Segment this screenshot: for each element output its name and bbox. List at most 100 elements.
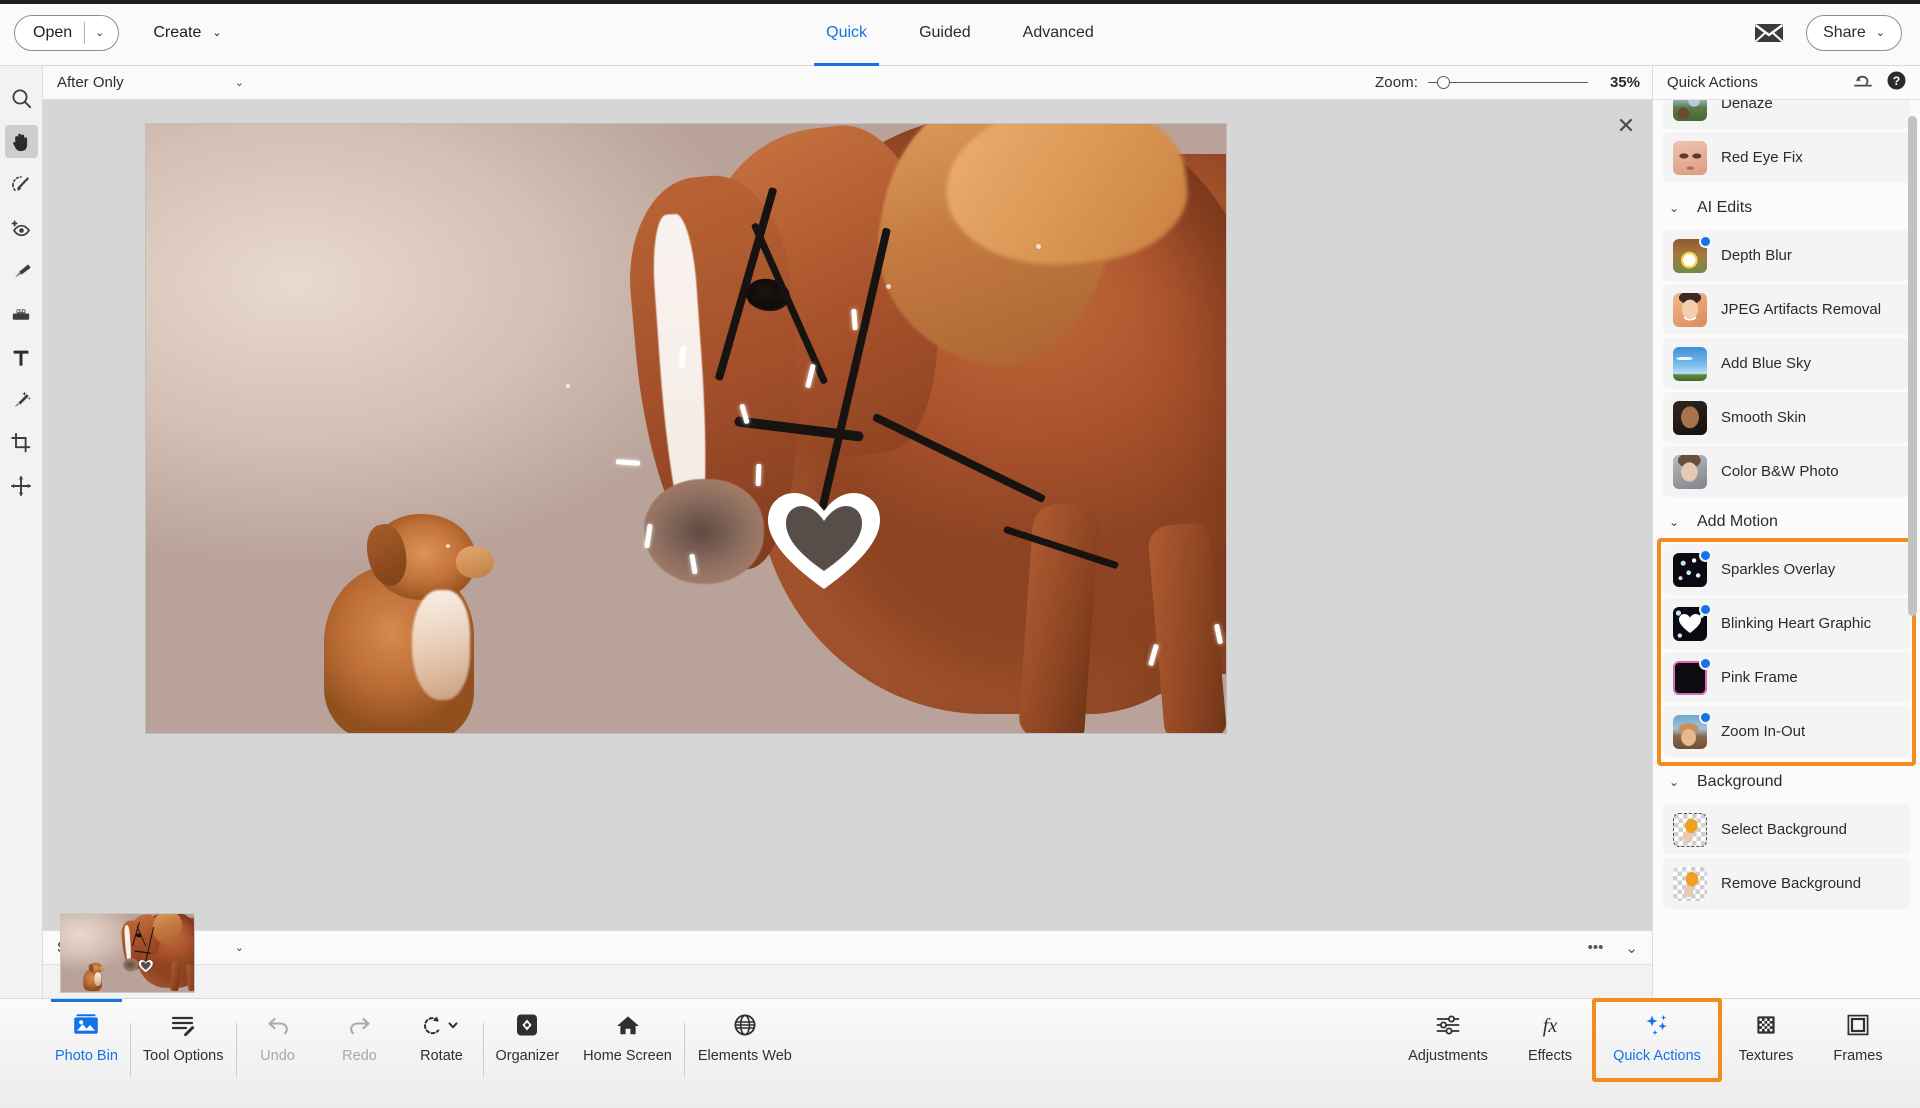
bottom-item-redo[interactable]: Redo bbox=[319, 1011, 401, 1083]
bottom-item-label: Elements Web bbox=[698, 1048, 792, 1064]
new-badge bbox=[1699, 603, 1712, 616]
quick-actions-panel-header: Quick Actions ? bbox=[1653, 66, 1920, 100]
bottom-item-label: Adjustments bbox=[1408, 1048, 1488, 1064]
open-button[interactable]: Open ⌄ bbox=[14, 15, 119, 51]
bottom-item-elements-web[interactable]: Elements Web bbox=[685, 1011, 805, 1083]
zoom-slider[interactable] bbox=[1428, 76, 1588, 90]
quick-action-sparkles-overlay[interactable]: Sparkles Overlay bbox=[1663, 544, 1910, 595]
add-blue-sky-thumbnail bbox=[1673, 347, 1707, 381]
bottom-item-label: Textures bbox=[1739, 1048, 1794, 1064]
hand-tool[interactable] bbox=[5, 125, 38, 158]
bottom-item-photo-bin[interactable]: Photo Bin bbox=[43, 1011, 130, 1083]
snow-particle bbox=[886, 284, 891, 289]
snow-particle bbox=[1036, 244, 1041, 249]
quick-action-dehaze[interactable]: Dehaze bbox=[1663, 100, 1910, 129]
quick-action-select-background[interactable]: Select Background bbox=[1663, 804, 1910, 855]
pink-frame-thumbnail bbox=[1673, 661, 1707, 695]
quick-action-label: Red Eye Fix bbox=[1721, 149, 1803, 166]
quick-action-label: Blinking Heart Graphic bbox=[1721, 615, 1871, 632]
undo-reset-icon[interactable] bbox=[1853, 73, 1873, 92]
healing-brush-tool[interactable] bbox=[5, 254, 38, 287]
section-header-background[interactable]: ⌄ Background bbox=[1663, 760, 1910, 804]
quick-selection-tool[interactable] bbox=[5, 168, 38, 201]
photo-canvas-image[interactable] bbox=[146, 124, 1226, 733]
rotate-icon bbox=[423, 1011, 461, 1039]
mode-tabs: Quick Guided Advanced bbox=[780, 0, 1140, 66]
bottom-item-textures[interactable]: Textures bbox=[1718, 1011, 1814, 1083]
bottom-item-home-screen[interactable]: Home Screen bbox=[571, 1011, 684, 1083]
quick-action-pink-frame[interactable]: Pink Frame bbox=[1663, 652, 1910, 703]
quick-action-depth-blur[interactable]: Depth Blur bbox=[1663, 230, 1910, 281]
bottom-item-label: Effects bbox=[1528, 1048, 1572, 1064]
dehaze-thumbnail bbox=[1673, 100, 1707, 121]
remove-background-thumbnail bbox=[1673, 867, 1707, 901]
quick-action-jpeg-artifacts-removal[interactable]: JPEG Artifacts Removal bbox=[1663, 284, 1910, 335]
dog-subject bbox=[316, 494, 501, 733]
bottom-item-adjustments[interactable]: Adjustments bbox=[1392, 1011, 1504, 1083]
photo-bin-panel: Show Open Files ⌄ ••• ⌄ bbox=[43, 930, 1652, 998]
zoom-slider-thumb[interactable] bbox=[1437, 76, 1450, 89]
bottom-item-rotate[interactable]: Rotate bbox=[401, 1011, 483, 1083]
tab-guided[interactable]: Guided bbox=[915, 0, 975, 66]
view-mode-dropdown[interactable]: After Only ⌄ bbox=[43, 66, 258, 100]
quick-action-label: Add Blue Sky bbox=[1721, 355, 1811, 372]
envelope-icon[interactable] bbox=[1754, 22, 1784, 44]
quick-action-add-blue-sky[interactable]: Add Blue Sky bbox=[1663, 338, 1910, 389]
chevron-down-icon[interactable]: ⌄ bbox=[1625, 939, 1638, 957]
bottom-item-label: Quick Actions bbox=[1613, 1048, 1701, 1064]
quick-action-blinking-heart-graphic[interactable]: Blinking Heart Graphic bbox=[1663, 598, 1910, 649]
dog-chest-fur bbox=[412, 590, 470, 700]
bottom-item-tool-options[interactable]: Tool Options bbox=[131, 1011, 236, 1083]
quick-actions-list[interactable]: Dehaze Red Eye Fix ⌄ AI Edits Depth Blur bbox=[1653, 100, 1920, 998]
chevron-down-icon[interactable]: ⌄ bbox=[85, 26, 118, 39]
canvas-area[interactable]: ✕ bbox=[43, 100, 1652, 930]
bottom-item-label: Frames bbox=[1833, 1048, 1882, 1064]
bottom-item-label: Redo bbox=[342, 1048, 377, 1064]
photo-bin-icon bbox=[73, 1011, 99, 1039]
tab-advanced-label: Advanced bbox=[1023, 24, 1094, 42]
quick-action-zoom-in-out[interactable]: Zoom In-Out bbox=[1663, 706, 1910, 757]
quick-action-label: Pink Frame bbox=[1721, 669, 1798, 686]
bottom-item-frames[interactable]: Frames bbox=[1814, 1011, 1902, 1083]
sparkles-overlay-thumbnail bbox=[1673, 553, 1707, 587]
red-eye-removal-tool[interactable] bbox=[5, 211, 38, 244]
open-button-label: Open bbox=[15, 24, 84, 42]
move-tool[interactable] bbox=[5, 469, 38, 502]
crop-tool[interactable] bbox=[5, 426, 38, 459]
tab-quick-label: Quick bbox=[826, 24, 867, 42]
chevron-down-icon: ⌄ bbox=[235, 941, 244, 954]
svg-text:?: ? bbox=[1893, 74, 1900, 88]
section-header-add-motion[interactable]: ⌄ Add Motion bbox=[1663, 500, 1910, 544]
quick-action-label: JPEG Artifacts Removal bbox=[1721, 301, 1881, 318]
bottom-item-quick-actions[interactable]: Quick Actions bbox=[1596, 1011, 1718, 1083]
photo-bin-thumbnail[interactable] bbox=[60, 913, 195, 993]
left-toolbar bbox=[0, 66, 43, 1108]
frames-icon bbox=[1846, 1011, 1870, 1039]
view-mode-label: After Only bbox=[57, 74, 124, 91]
help-icon[interactable]: ? bbox=[1887, 71, 1906, 94]
chevron-down-icon: ⌄ bbox=[212, 26, 221, 39]
spot-healing-tool[interactable] bbox=[5, 383, 38, 416]
snow-particle bbox=[566, 384, 570, 388]
smart-brush-tool[interactable] bbox=[5, 297, 38, 330]
quick-action-smooth-skin[interactable]: Smooth Skin bbox=[1663, 392, 1910, 443]
quick-action-red-eye-fix[interactable]: Red Eye Fix bbox=[1663, 132, 1910, 183]
section-header-ai-edits[interactable]: ⌄ AI Edits bbox=[1663, 186, 1910, 230]
quick-action-remove-background[interactable]: Remove Background bbox=[1663, 858, 1910, 909]
share-button[interactable]: Share ⌄ bbox=[1806, 15, 1902, 51]
editor-toolbar: After Only ⌄ Zoom: 35% bbox=[43, 66, 1652, 100]
tab-quick[interactable]: Quick bbox=[822, 0, 871, 66]
zoom-tool[interactable] bbox=[5, 82, 38, 115]
chevron-down-icon: ⌄ bbox=[235, 76, 244, 89]
bottom-item-undo[interactable]: Undo bbox=[237, 1011, 319, 1083]
quick-action-color-bw-photo[interactable]: Color B&W Photo bbox=[1663, 446, 1910, 497]
more-options-icon[interactable]: ••• bbox=[1588, 939, 1604, 956]
close-icon[interactable]: ✕ bbox=[1614, 114, 1638, 138]
type-tool[interactable] bbox=[5, 340, 38, 373]
create-button[interactable]: Create ⌄ bbox=[145, 18, 229, 48]
tab-advanced[interactable]: Advanced bbox=[1019, 0, 1098, 66]
vertical-scrollbar[interactable] bbox=[1908, 116, 1917, 616]
bottom-item-effects[interactable]: fx Effects bbox=[1504, 1011, 1596, 1083]
bottom-item-organizer[interactable]: Organizer bbox=[484, 1011, 572, 1083]
new-badge bbox=[1699, 711, 1712, 724]
